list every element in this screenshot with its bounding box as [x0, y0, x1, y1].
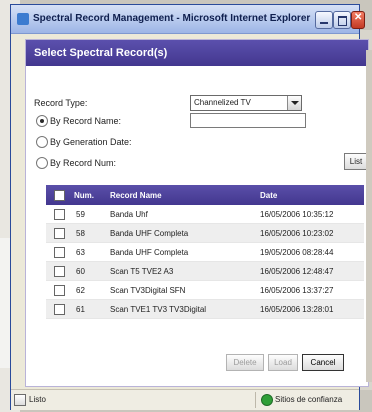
ie-icon [17, 13, 29, 25]
cancel-button[interactable]: Cancel [302, 354, 344, 371]
row-date: 16/05/2006 13:28:01 [260, 305, 334, 314]
row-date: 16/05/2006 13:37:27 [260, 286, 334, 295]
row-checkbox[interactable] [54, 285, 65, 296]
row-date: 16/05/2006 10:23:02 [260, 229, 334, 238]
security-zone: Sitios de confianza [275, 395, 343, 404]
row-num: 63 [76, 248, 85, 257]
status-text: Listo [29, 395, 46, 404]
row-num: 59 [76, 210, 85, 219]
row-num: 61 [76, 305, 85, 314]
header-record-name: Record Name [110, 191, 162, 200]
select-all-checkbox[interactable] [54, 190, 65, 201]
maximize-icon [338, 16, 347, 26]
row-name: Scan TV3Digital SFN [110, 286, 186, 295]
title-bar: Spectral Record Management - Microsoft I… [11, 5, 365, 34]
row-num: 62 [76, 286, 85, 295]
record-name-input[interactable] [190, 113, 306, 128]
row-date: 16/05/2006 10:35:12 [260, 210, 334, 219]
record-type-select[interactable]: Channelized TV [190, 95, 302, 111]
table-row[interactable]: 60 Scan T5 TVE2 A3 16/05/2006 12:48:47 [46, 262, 364, 281]
window-title: Spectral Record Management - Microsoft I… [33, 13, 311, 24]
row-checkbox[interactable] [54, 209, 65, 220]
status-bar: Listo Sitios de confianza [11, 389, 359, 410]
list-button[interactable]: List [344, 153, 368, 170]
header-date: Date [260, 191, 278, 200]
chevron-down-icon [291, 101, 299, 105]
by-record-num-radio[interactable] [36, 157, 48, 169]
dropdown-button[interactable] [287, 96, 301, 110]
table-header: Num. Record Name Date [46, 185, 364, 205]
row-name: Scan T5 TVE2 A3 [110, 267, 174, 276]
trusted-sites-icon [261, 394, 273, 406]
records-table: Num. Record Name Date 59 Banda Uhf 16/05… [46, 185, 364, 319]
row-checkbox[interactable] [54, 247, 65, 258]
by-generation-date-label: By Generation Date: [50, 137, 132, 147]
record-type-value: Channelized TV [194, 98, 251, 107]
dialog-title: Select Spectral Record(s) [34, 47, 168, 59]
page-icon [14, 394, 26, 406]
row-name: Banda UHF Completa [110, 248, 189, 257]
row-num: 58 [76, 229, 85, 238]
close-icon: ✕ [354, 12, 363, 23]
dialog-footer: Delete Load Cancel [26, 340, 368, 380]
row-checkbox[interactable] [54, 304, 65, 315]
row-checkbox[interactable] [54, 266, 65, 277]
dialog-header: Select Spectral Record(s) [26, 40, 368, 66]
table-row[interactable]: 63 Banda UHF Completa 19/05/2006 08:28:4… [46, 243, 364, 262]
row-date: 16/05/2006 12:48:47 [260, 267, 334, 276]
table-row[interactable]: 62 Scan TV3Digital SFN 16/05/2006 13:37:… [46, 281, 364, 300]
row-name: Banda Uhf [110, 210, 148, 219]
by-record-num-label: By Record Num: [50, 158, 117, 168]
minimize-button[interactable] [315, 11, 333, 29]
minimize-icon [320, 22, 328, 24]
maximize-button[interactable] [333, 11, 351, 29]
row-name: Scan TVE1 TV3 TV3Digital [110, 305, 207, 314]
load-button[interactable]: Load [268, 354, 298, 371]
by-generation-date-radio[interactable] [36, 136, 48, 148]
record-type-label: Record Type: [34, 98, 88, 108]
row-checkbox[interactable] [54, 228, 65, 239]
delete-button[interactable]: Delete [226, 354, 264, 371]
by-record-name-label: By Record Name: [50, 116, 122, 126]
scrollbar[interactable] [366, 50, 372, 382]
close-button[interactable]: ✕ [351, 11, 365, 29]
row-name: Banda UHF Completa [110, 229, 189, 238]
row-date: 19/05/2006 08:28:44 [260, 248, 334, 257]
spectral-record-dialog: Select Spectral Record(s) Record Type: C… [25, 39, 369, 387]
table-row[interactable]: 61 Scan TVE1 TV3 TV3Digital 16/05/2006 1… [46, 300, 364, 319]
browser-window: Spectral Record Management - Microsoft I… [10, 4, 369, 410]
header-num: Num. [74, 191, 94, 200]
by-record-name-radio[interactable] [36, 115, 48, 127]
table-row[interactable]: 59 Banda Uhf 16/05/2006 10:35:12 [46, 205, 364, 224]
status-separator [255, 392, 256, 408]
table-row[interactable]: 58 Banda UHF Completa 16/05/2006 10:23:0… [46, 224, 364, 243]
row-num: 60 [76, 267, 85, 276]
